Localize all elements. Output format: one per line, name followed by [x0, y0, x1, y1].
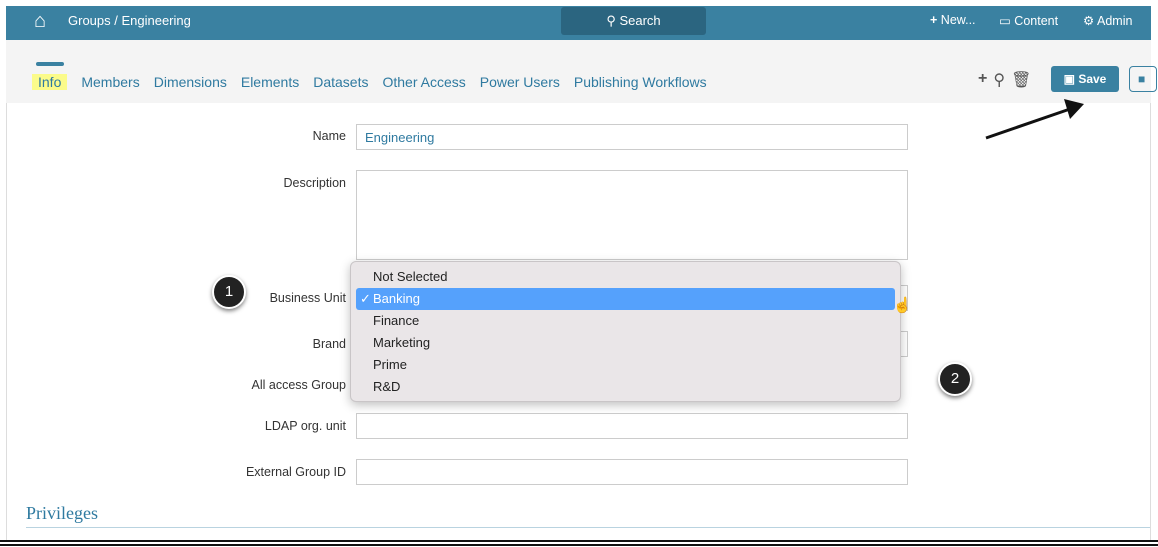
option-marketing[interactable]: Marketing: [351, 332, 900, 354]
search-icon: ⚲: [606, 13, 616, 28]
folder-icon: ▭: [999, 14, 1011, 28]
privileges-heading: Privileges: [26, 503, 98, 523]
hand-cursor-icon: ☝: [893, 297, 912, 314]
tabs: Info Members Dimensions Elements Dataset…: [32, 62, 707, 90]
business-unit-label: Business Unit: [269, 291, 346, 305]
add-icon[interactable]: +: [978, 70, 987, 90]
floppy-icon: ▣: [1063, 72, 1075, 86]
plus-icon: +: [930, 13, 938, 27]
tab-toolbar: Info Members Dimensions Elements Dataset…: [6, 40, 1157, 103]
tab-publishing-workflows[interactable]: Publishing Workflows: [574, 74, 707, 90]
option-banking[interactable]: ✓ Banking: [356, 288, 895, 310]
search-icon[interactable]: ⚲: [993, 70, 1005, 90]
all-access-group-label: All access Group: [251, 378, 346, 392]
content-button[interactable]: ▭ Content: [999, 13, 1058, 28]
step-badge-1: 1: [212, 275, 246, 309]
search-button[interactable]: ⚲ Search: [561, 7, 706, 35]
lock-icon: ■: [1138, 72, 1146, 86]
tab-members[interactable]: Members: [81, 74, 139, 90]
tab-elements[interactable]: Elements: [241, 74, 299, 90]
home-icon[interactable]: ⌂: [34, 10, 46, 33]
external-group-id-label: External Group ID: [245, 465, 346, 479]
option-prime[interactable]: Prime: [351, 354, 900, 376]
brand-label: Brand: [312, 337, 346, 351]
divider: [26, 527, 1150, 528]
arrow-annotation: [985, 99, 1084, 140]
divider: [0, 540, 1158, 542]
breadcrumb[interactable]: Groups / Engineering: [68, 13, 191, 28]
option-rd[interactable]: R&D: [351, 376, 900, 398]
admin-button[interactable]: ⚙ Admin: [1083, 13, 1132, 28]
tab-info[interactable]: Info: [32, 62, 68, 90]
divider: [0, 544, 1158, 546]
option-not-selected[interactable]: Not Selected: [351, 266, 900, 288]
lock-button[interactable]: ■: [1129, 66, 1157, 92]
name-input[interactable]: Engineering: [356, 124, 908, 150]
new-button[interactable]: + New...: [930, 13, 976, 27]
tab-other-access[interactable]: Other Access: [382, 74, 465, 90]
ldap-input[interactable]: [356, 413, 908, 439]
name-label: Name: [312, 129, 346, 143]
trash-icon[interactable]: 🗑: [1011, 70, 1031, 90]
description-textarea[interactable]: [356, 170, 908, 260]
tab-dimensions[interactable]: Dimensions: [154, 74, 227, 90]
gear-icon: ⚙: [1083, 14, 1095, 28]
tab-datasets[interactable]: Datasets: [313, 74, 368, 90]
tab-power-users[interactable]: Power Users: [480, 74, 560, 90]
top-bar: ⌂ Groups / Engineering ⚲ Search + New...…: [6, 6, 1151, 40]
save-button[interactable]: ▣ Save: [1051, 66, 1119, 92]
ldap-label: LDAP org. unit: [264, 419, 346, 433]
step-badge-2: 2: [938, 362, 972, 396]
option-finance[interactable]: Finance: [351, 310, 900, 332]
external-group-id-input[interactable]: [356, 459, 908, 485]
check-icon: ✓: [360, 291, 371, 306]
business-unit-dropdown: Not Selected ✓ Banking Finance Marketing …: [350, 261, 901, 402]
description-label: Description: [283, 176, 346, 190]
